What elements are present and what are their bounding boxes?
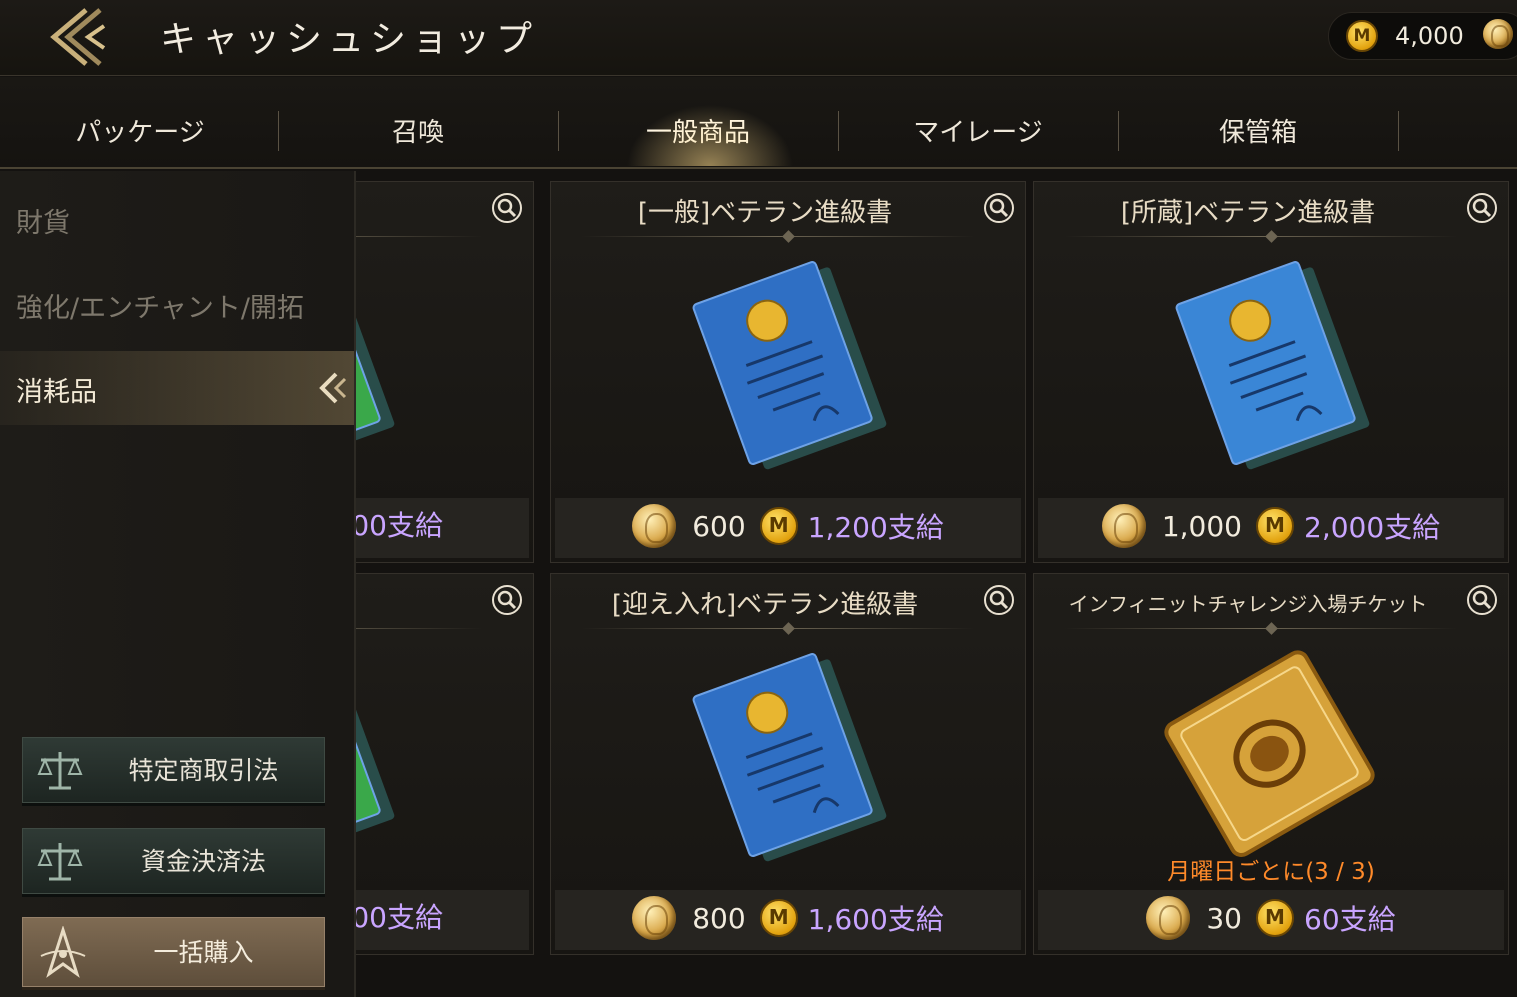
title-notch — [1265, 230, 1278, 243]
price-amount: 600 — [692, 509, 746, 543]
title-divider — [356, 236, 483, 237]
product-card[interactable]: イア進級書 500支給 — [356, 181, 534, 563]
gold-coin-icon[interactable] — [1483, 19, 1513, 49]
title-divider — [1064, 236, 1458, 237]
commerce-law-button[interactable]: 特定商取引法 — [22, 737, 325, 803]
price-bar[interactable]: 800 M 1,600支給 — [555, 890, 1021, 950]
title-divider — [581, 236, 975, 237]
magnifier-icon[interactable] — [1466, 192, 1498, 224]
price-row: 500支給 — [356, 504, 529, 552]
category-sidebar: 財貨 強化/エンチャント/開拓 消耗品 特定商取引法 資金決済法 一括購入 — [0, 171, 356, 997]
commerce-law-label: 特定商取引法 — [128, 756, 279, 785]
scale-icon — [37, 843, 83, 881]
gold-coin-icon — [1101, 504, 1146, 548]
price-bar[interactable]: 000支給 — [356, 890, 529, 950]
category-currency[interactable]: 財貨 — [16, 201, 70, 240]
mileage-amount: 4,000 — [1395, 22, 1464, 50]
mileage-bonus: 000支給 — [356, 901, 443, 934]
title-notch — [782, 230, 795, 243]
price-amount: 30 — [1206, 901, 1242, 935]
bulk-buy-label: 一括購入 — [153, 938, 254, 967]
back-arrow-icon[interactable] — [44, 6, 116, 68]
mileage-coin-icon: M — [1346, 20, 1378, 52]
mileage-coin-icon: M — [1256, 507, 1294, 545]
gold-coin-icon — [632, 504, 677, 548]
price-bar[interactable]: 600 M 1,200支給 — [555, 498, 1021, 558]
product-card[interactable]: [迎え入れ]ベテラン進級書 800 M 1,600支給 — [550, 573, 1026, 955]
promotion-scroll-icon — [692, 261, 887, 470]
tab-general-goods[interactable]: 一般商品 — [558, 77, 838, 169]
currency-display: M 4,000 — [1328, 12, 1517, 60]
product-title: イア進級書 — [356, 192, 487, 229]
product-grid: イア進級書 500支給 [一般]ベテラン進級書 600 M 1,200支給 [所蔵]ベテラン… — [356, 171, 1517, 997]
tab-bar: パッケージ 召喚 一般商品 マイレージ 保管箱 — [0, 77, 1517, 169]
promotion-scroll-icon — [692, 653, 887, 862]
price-amount: 1,000 — [1161, 509, 1242, 543]
tab-summon[interactable]: 召喚 — [278, 77, 558, 169]
mileage-coin-icon: M — [759, 507, 798, 545]
magnifier-icon[interactable] — [983, 192, 1015, 224]
title-divider — [1064, 628, 1458, 629]
price-row: 30 M 60支給 — [1038, 896, 1504, 944]
payment-law-label: 資金決済法 — [140, 847, 266, 876]
price-bar[interactable]: 500支給 — [356, 498, 529, 558]
tab-divider — [1398, 111, 1399, 151]
product-card[interactable]: インフィニットチャレンジ入場チケット月曜日ごとに(3 / 3) 30 M 60支給 — [1033, 573, 1509, 955]
product-title: インフィニットチャレンジ入場チケット — [1068, 592, 1428, 616]
price-amount: 800 — [692, 901, 746, 935]
price-row: 800 M 1,600支給 — [555, 896, 1021, 944]
product-card[interactable]: [所蔵]ベテラン進級書 1,000 M 2,000支給 — [1033, 181, 1509, 563]
product-title: [迎え入れ]ベテラン進級書 — [611, 590, 919, 620]
price-row: 600 M 1,200支給 — [555, 504, 1021, 552]
promotion-scroll-icon — [356, 261, 395, 470]
product-title: [所蔵]ベテラン進級書 — [1120, 198, 1376, 228]
bulk-buy-button[interactable]: 一括購入 — [22, 917, 325, 987]
mileage-coin-icon: M — [1256, 899, 1294, 937]
mileage-bonus: 1,600支給 — [807, 903, 944, 936]
category-consumables[interactable]: 消耗品 — [16, 370, 97, 409]
promotion-scroll-icon — [1175, 261, 1370, 470]
title-divider — [581, 628, 975, 629]
purchase-limit-text: 月曜日ごとに(3 / 3) — [1167, 859, 1375, 885]
title-notch — [1265, 622, 1278, 635]
price-bar[interactable]: 30 M 60支給 — [1038, 890, 1504, 950]
mileage-bonus: 2,000支給 — [1304, 511, 1441, 544]
mileage-bonus: 60支給 — [1304, 903, 1396, 936]
category-enhance[interactable]: 強化/エンチャント/開拓 — [16, 286, 304, 325]
price-bar[interactable]: 1,000 M 2,000支給 — [1038, 498, 1504, 558]
product-card[interactable]: ア進級書 000支給 — [356, 573, 534, 955]
gold-coin-icon — [1146, 896, 1191, 940]
mileage-bonus: 500支給 — [356, 509, 443, 542]
tab-storage[interactable]: 保管箱 — [1118, 77, 1398, 169]
page-title: キャッシュショップ — [160, 19, 539, 60]
chevron-left-icon — [319, 372, 347, 404]
product-title: [一般]ベテラン進級書 — [637, 198, 893, 228]
promotion-scroll-icon — [356, 653, 395, 862]
mileage-bonus: 1,200支給 — [807, 511, 944, 544]
product-card[interactable]: [一般]ベテラン進級書 600 M 1,200支給 — [550, 181, 1026, 563]
payment-law-button[interactable]: 資金決済法 — [22, 828, 325, 894]
magnifier-icon[interactable] — [983, 584, 1015, 616]
title-divider — [356, 628, 483, 629]
magnifier-icon[interactable] — [491, 192, 523, 224]
mileage-coin-icon: M — [759, 899, 798, 937]
gold-coin-icon — [632, 896, 677, 940]
ticket-icon — [1164, 650, 1375, 857]
price-row: 000支給 — [356, 896, 529, 944]
tab-mileage[interactable]: マイレージ — [838, 77, 1118, 169]
magnifier-icon[interactable] — [491, 584, 523, 616]
scale-icon — [37, 752, 83, 790]
tab-package[interactable]: パッケージ — [0, 77, 280, 169]
magnifier-icon[interactable] — [1466, 584, 1498, 616]
title-notch — [782, 622, 795, 635]
top-bar: キャッシュショップ M 4,000 — [0, 0, 1517, 76]
price-row: 1,000 M 2,000支給 — [1038, 504, 1504, 552]
product-title: ア進級書 — [356, 584, 487, 621]
